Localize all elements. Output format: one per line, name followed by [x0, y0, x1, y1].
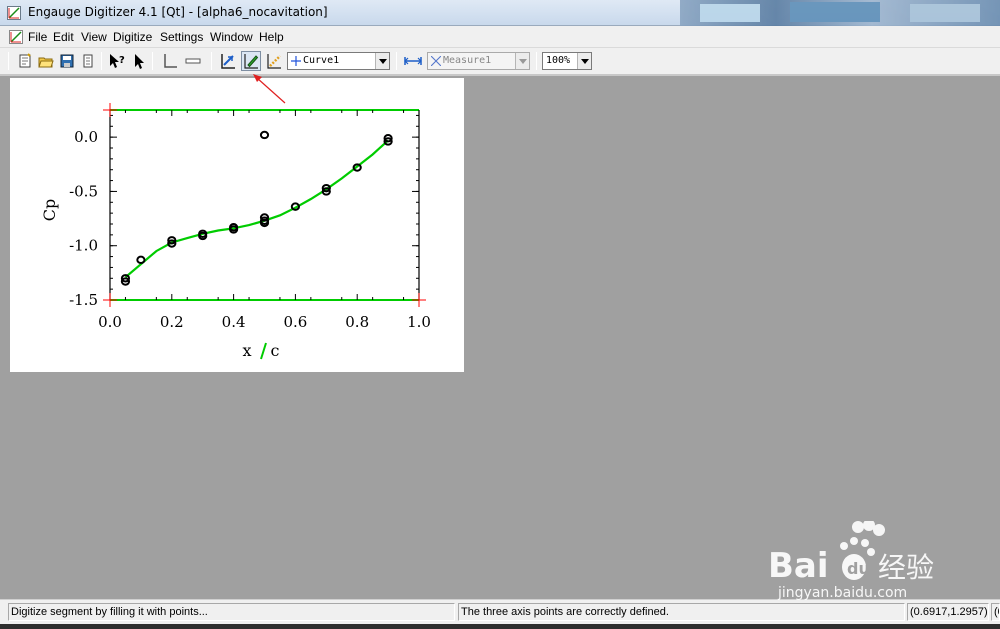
- segment-fill-curve: [124, 139, 389, 279]
- app-icon: [7, 6, 21, 20]
- menu-bar: File Edit View Digitize Settings Window …: [0, 26, 1000, 48]
- open-folder-icon[interactable]: [36, 51, 56, 71]
- status-bar: Digitize segment by filling it with poin…: [0, 599, 1000, 629]
- measure-select-value: Measure1: [443, 55, 492, 66]
- status-extra: (0: [991, 603, 1000, 621]
- select-pointer-icon[interactable]: [129, 51, 149, 71]
- x-axis-label: x c: [242, 341, 279, 360]
- print-icon[interactable]: [78, 51, 98, 71]
- y-tick-label: -0.5: [69, 182, 98, 200]
- x-tick-label: 0.8: [345, 313, 369, 331]
- background-desktop: [680, 0, 1000, 26]
- cross-marker-icon: [291, 56, 301, 66]
- axis-points[interactable]: [103, 103, 426, 307]
- whats-this-icon[interactable]: ?: [107, 51, 127, 71]
- data-points: [120, 130, 393, 286]
- x-marker-icon: [431, 56, 441, 66]
- y-tick-label: -1.0: [69, 237, 98, 255]
- taskbar-strip: [0, 624, 1000, 629]
- toolbar-separator: [101, 52, 102, 70]
- digitized-curve: [124, 139, 389, 279]
- save-disk-icon[interactable]: [57, 51, 77, 71]
- plot-canvas[interactable]: 0.0 0.2 0.4 0.6 0.8 1.0 0.0 -0.5 -1.0 -1.5 Cp x c: [10, 78, 464, 372]
- zoom-select-value: 100%: [546, 55, 571, 66]
- measure-select[interactable]: Measure1: [427, 52, 530, 70]
- chevron-down-icon[interactable]: [515, 53, 529, 69]
- y-axis-label: Cp: [40, 199, 59, 221]
- annotation-arrow: [253, 74, 286, 104]
- x-axis-label-x: x: [242, 341, 251, 360]
- mdi-workspace[interactable]: 0.0 0.2 0.4 0.6 0.8 1.0 0.0 -0.5 -1.0 -1.5 Cp x c: [0, 74, 1000, 599]
- chevron-down-icon[interactable]: [375, 53, 389, 69]
- curve-select-value: Curve1: [303, 55, 340, 66]
- y-tick-label: 0.0: [74, 128, 98, 146]
- toolbar: ? Curve1 Measure1 100%: [0, 48, 1000, 75]
- menu-digitize[interactable]: Digitize: [113, 30, 152, 44]
- chevron-down-icon[interactable]: [577, 53, 591, 69]
- menu-settings[interactable]: Settings: [160, 30, 203, 44]
- measure-icon[interactable]: [403, 51, 423, 71]
- x-tick-label: 0.4: [222, 313, 246, 331]
- menu-window[interactable]: Window: [210, 30, 253, 44]
- toolbar-separator: [396, 52, 397, 70]
- x-tick-label: 0.6: [283, 313, 307, 331]
- x-tick-label: 1.0: [407, 313, 431, 331]
- y-tick-label: -1.5: [69, 291, 98, 309]
- document-icon[interactable]: [9, 30, 23, 44]
- menu-edit[interactable]: Edit: [53, 30, 74, 44]
- menu-file[interactable]: File: [28, 30, 47, 44]
- new-document-icon[interactable]: [15, 51, 35, 71]
- x-axis-label-slash: [260, 342, 267, 360]
- title-bar: Engauge Digitizer 4.1 [Qt] - [alpha6_noc…: [0, 0, 1000, 26]
- toolbar-separator: [211, 52, 212, 70]
- toolbar-separator: [152, 52, 153, 70]
- svg-text:?: ?: [119, 55, 125, 66]
- scale-bar-icon[interactable]: [183, 51, 203, 71]
- x-tick-label: 0.2: [160, 313, 184, 331]
- status-message: Digitize segment by filling it with poin…: [8, 603, 455, 621]
- data-point: [136, 255, 146, 265]
- toolbar-separator: [536, 52, 537, 70]
- zoom-select[interactable]: 100%: [542, 52, 592, 70]
- segment-fill-pencil-icon[interactable]: [241, 51, 261, 71]
- menu-help[interactable]: Help: [259, 30, 284, 44]
- axis-point-icon[interactable]: [160, 51, 180, 71]
- status-axis-state: The three axis points are correctly defi…: [458, 603, 905, 621]
- x-axis-label-c: c: [271, 341, 280, 360]
- menu-view[interactable]: View: [81, 30, 107, 44]
- curve-select[interactable]: Curve1: [287, 52, 390, 70]
- x-tick-label: 0.0: [98, 313, 122, 331]
- point-match-icon[interactable]: [218, 51, 238, 71]
- curve-point-icon[interactable]: [264, 51, 284, 71]
- toolbar-separator: [8, 52, 9, 70]
- plot-ticks: 0.0 0.2 0.4 0.6 0.8 1.0 0.0 -0.5 -1.0 -1.5: [69, 110, 431, 331]
- window-title: Engauge Digitizer 4.1 [Qt] - [alpha6_noc…: [28, 5, 328, 19]
- data-point: [259, 130, 270, 140]
- status-coordinates: (0.6917,1.2957): [907, 603, 989, 621]
- document-window[interactable]: 0.0 0.2 0.4 0.6 0.8 1.0 0.0 -0.5 -1.0 -1.5 Cp x c: [10, 78, 464, 372]
